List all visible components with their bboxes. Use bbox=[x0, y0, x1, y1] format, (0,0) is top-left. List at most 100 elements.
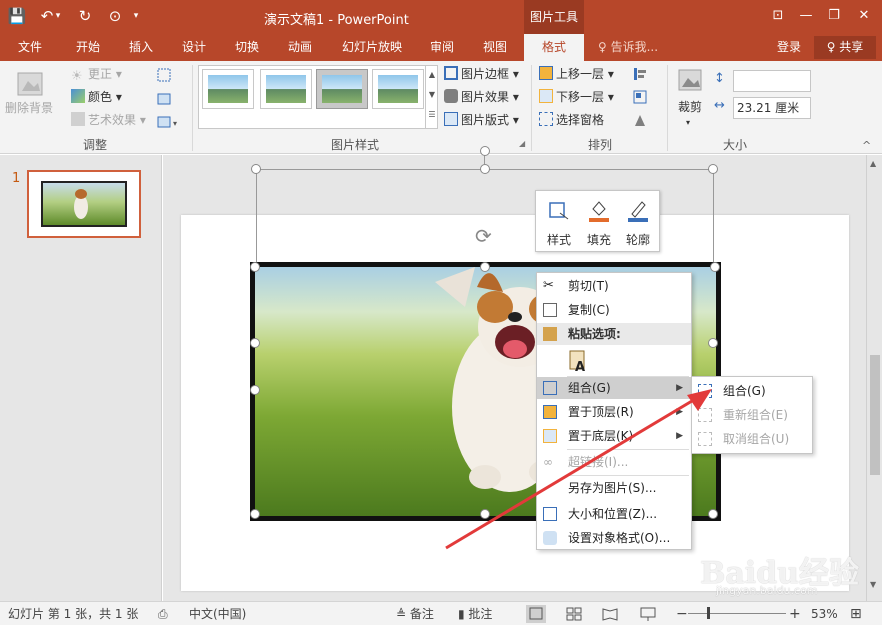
menu-item-copy[interactable]: 复制(C) bbox=[537, 299, 691, 321]
comments-button[interactable]: ▮ 批注 bbox=[458, 602, 492, 625]
slideshow-view-icon[interactable] bbox=[638, 605, 658, 623]
slideshow-start-icon[interactable]: ⊙ bbox=[104, 5, 126, 27]
paste-keep-text-icon[interactable]: A bbox=[567, 349, 589, 373]
resize-handle[interactable] bbox=[708, 338, 718, 348]
group-objects-icon[interactable] bbox=[632, 89, 660, 105]
paste-options-label: 粘贴选项: bbox=[568, 327, 621, 341]
shape-width-input[interactable]: 23.21 厘米 bbox=[733, 97, 811, 119]
picture-style-3[interactable] bbox=[316, 69, 368, 109]
tab-transitions[interactable]: 切换 bbox=[225, 34, 269, 61]
resize-handle[interactable] bbox=[710, 262, 720, 272]
cut-label: 剪切(T) bbox=[568, 279, 609, 293]
tab-animations[interactable]: 动画 bbox=[278, 34, 322, 61]
send-backward-icon bbox=[539, 89, 553, 103]
resize-handle[interactable] bbox=[708, 164, 718, 174]
zoom-out-button[interactable]: − bbox=[676, 602, 688, 625]
bring-forward-button[interactable]: 上移一层 ▾ bbox=[539, 64, 614, 84]
resize-handle[interactable] bbox=[480, 164, 490, 174]
artistic-effects-button[interactable]: 艺术效果 ▾ bbox=[71, 110, 146, 130]
picture-style-1[interactable] bbox=[202, 69, 254, 109]
picture-style-4[interactable] bbox=[372, 69, 424, 109]
picture-layout-button[interactable]: 图片版式 ▾ bbox=[444, 110, 519, 130]
mini-outline-button[interactable]: 轮廓 bbox=[619, 195, 657, 249]
mini-toolbar: 样式 填充 轮廓 bbox=[535, 190, 660, 252]
group-separator bbox=[667, 65, 668, 151]
picture-rotate-icon[interactable]: ⟳ bbox=[475, 224, 492, 248]
tab-design[interactable]: 设计 bbox=[172, 34, 216, 61]
shape-height-input[interactable] bbox=[733, 70, 811, 92]
mini-style-button[interactable]: 样式 bbox=[540, 195, 578, 249]
close-icon[interactable]: ✕ bbox=[850, 3, 878, 29]
ribbon-display-icon[interactable]: ⊡ bbox=[764, 3, 792, 29]
save-icon[interactable]: 💾 bbox=[6, 5, 28, 27]
picture-border-button[interactable]: 图片边框 ▾ bbox=[444, 64, 519, 84]
menu-item-cut[interactable]: ✂ 剪切(T) bbox=[537, 275, 691, 297]
change-picture-icon[interactable] bbox=[156, 91, 172, 107]
crop-dropdown-icon[interactable]: ▾ bbox=[686, 113, 690, 133]
fit-to-window-icon[interactable]: ⊞ bbox=[850, 602, 862, 625]
tell-me-search[interactable]: ♀ 告诉我... bbox=[598, 34, 658, 61]
artistic-effects-icon bbox=[71, 112, 85, 126]
picture-effects-button[interactable]: 图片效果 ▾ bbox=[444, 87, 519, 107]
tab-view[interactable]: 视图 bbox=[473, 34, 517, 61]
tab-format[interactable]: 格式 bbox=[524, 34, 584, 61]
language-indicator[interactable]: 中文(中国) bbox=[189, 602, 246, 625]
compress-pictures-icon[interactable] bbox=[156, 67, 172, 83]
resize-handle[interactable] bbox=[250, 262, 260, 272]
submenu-regroup-label: 重新组合(E) bbox=[723, 408, 788, 422]
reading-view-icon[interactable] bbox=[600, 605, 620, 623]
notes-button[interactable]: ≜ 备注 bbox=[396, 602, 434, 625]
rotation-handle[interactable] bbox=[480, 146, 490, 156]
undo-dropdown-icon[interactable]: ▾ bbox=[52, 5, 64, 27]
align-icon[interactable] bbox=[632, 66, 660, 82]
tab-file[interactable]: 文件 bbox=[8, 34, 52, 61]
group-separator bbox=[531, 65, 532, 151]
vertical-scrollbar[interactable]: ▲ ▼ bbox=[866, 155, 882, 601]
normal-view-icon[interactable] bbox=[526, 605, 546, 623]
share-button[interactable]: ♀ 共享 bbox=[814, 36, 876, 59]
resize-handle[interactable] bbox=[250, 385, 260, 395]
login-link[interactable]: 登录 bbox=[777, 34, 801, 61]
selection-pane-button[interactable]: 选择窗格 bbox=[539, 110, 604, 130]
remove-background-icon[interactable] bbox=[16, 69, 46, 99]
remove-background-button[interactable]: 删除背景 bbox=[5, 98, 53, 118]
resize-handle[interactable] bbox=[250, 338, 260, 348]
corrections-button[interactable]: ☀ 更正 ▾ bbox=[71, 64, 122, 84]
tab-slideshow[interactable]: 幻灯片放映 bbox=[336, 34, 408, 61]
tab-insert[interactable]: 插入 bbox=[119, 34, 163, 61]
title-bar: 💾 ↶ ▾ ↻ ⊙ ▾ 演示文稿1 - PowerPoint 图片工具 ⊡ — … bbox=[0, 0, 882, 34]
color-button[interactable]: 颜色 ▾ bbox=[71, 87, 122, 107]
zoom-in-button[interactable]: + bbox=[789, 602, 801, 625]
zoom-slider[interactable] bbox=[688, 613, 786, 614]
scrollbar-thumb[interactable] bbox=[870, 355, 880, 475]
restore-icon[interactable]: ❐ bbox=[820, 3, 848, 29]
zoom-level[interactable]: 53% bbox=[811, 602, 838, 625]
gallery-scroll-icon[interactable]: ▲ ▼ ☰ bbox=[425, 65, 438, 129]
tab-review[interactable]: 审阅 bbox=[420, 34, 464, 61]
zoom-slider-thumb[interactable] bbox=[707, 607, 710, 619]
resize-handle[interactable] bbox=[251, 164, 261, 174]
mini-fill-button[interactable]: 填充 bbox=[580, 195, 618, 249]
redo-icon[interactable]: ↻ bbox=[74, 5, 96, 27]
rotate-icon[interactable] bbox=[632, 112, 660, 128]
send-backward-button[interactable]: 下移一层 ▾ bbox=[539, 87, 614, 107]
arrange-group-label: 排列 bbox=[587, 138, 612, 152]
slide-sorter-icon[interactable] bbox=[564, 605, 584, 623]
minimize-icon[interactable]: — bbox=[792, 3, 820, 29]
crop-icon[interactable] bbox=[676, 67, 704, 95]
scroll-up-icon[interactable]: ▲ bbox=[870, 159, 876, 168]
slide-number: 1 bbox=[12, 171, 21, 186]
customize-qat-icon[interactable]: ▾ bbox=[130, 5, 142, 27]
tab-home[interactable]: 开始 bbox=[66, 34, 110, 61]
picture-style-2[interactable] bbox=[260, 69, 312, 109]
resize-handle[interactable] bbox=[250, 509, 260, 519]
slide-thumbnail[interactable] bbox=[27, 170, 141, 238]
scroll-down-icon[interactable]: ▼ bbox=[870, 580, 876, 589]
collapse-ribbon-icon[interactable]: ^ bbox=[862, 139, 871, 152]
reset-picture-icon[interactable]: ▾ bbox=[156, 114, 184, 130]
resize-handle[interactable] bbox=[480, 262, 490, 272]
picture-layout-label: 图片版式 ▾ bbox=[461, 113, 519, 127]
spellcheck-icon[interactable]: ⎙ bbox=[158, 602, 168, 625]
dialog-launcher-icon[interactable]: ◢ bbox=[519, 139, 525, 148]
shape-style-icon bbox=[549, 202, 569, 220]
